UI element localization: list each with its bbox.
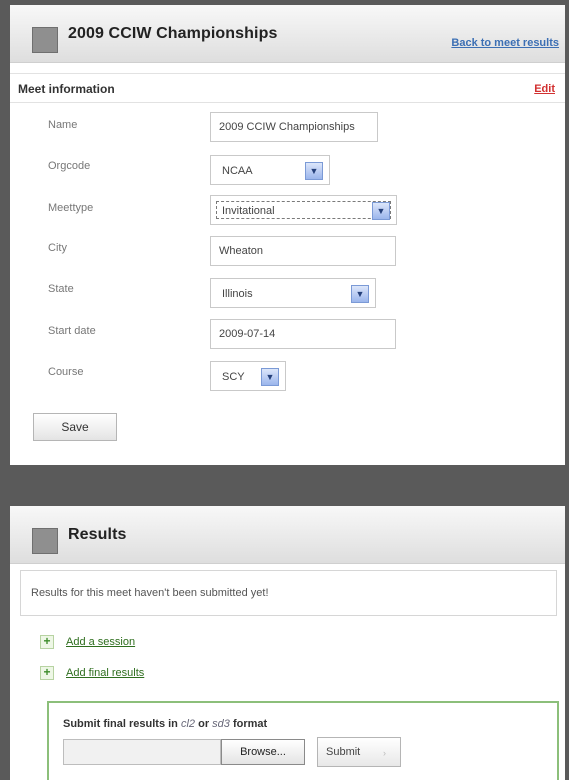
meettype-select-inner: Invitational ▼ (216, 201, 391, 220)
meettype-select[interactable]: Invitational ▼ (210, 195, 397, 225)
add-final-results-link[interactable]: Add final results (66, 667, 144, 679)
orgcode-select[interactable]: NCAA ▼ (210, 155, 330, 185)
city-input[interactable]: Wheaton (210, 236, 396, 266)
chevron-down-icon[interactable]: ▼ (261, 368, 279, 386)
submit-heading-prefix: Submit final results in (63, 718, 178, 730)
state-select-inner: Illinois ▼ (216, 284, 370, 303)
edit-link[interactable]: Edit (534, 83, 555, 95)
notice-text: Results for this meet haven't been submi… (31, 587, 269, 599)
back-to-results-link[interactable]: Back to meet results (451, 37, 559, 49)
meettype-label: Meettype (48, 202, 94, 214)
state-label: State (48, 283, 74, 295)
submit-heading-suffix: format (232, 718, 268, 730)
orgcode-select-inner: NCAA ▼ (216, 161, 324, 180)
square-icon (32, 528, 58, 554)
format-cl2: cl2 (180, 718, 196, 730)
course-select-inner: SCY ▼ (216, 367, 280, 386)
page-title: 2009 CCIW Championships (68, 25, 278, 42)
results-panel: Results Results for this meet haven't be… (10, 506, 565, 780)
state-select[interactable]: Illinois ▼ (210, 278, 376, 308)
chevron-down-icon: › (383, 748, 386, 758)
course-select[interactable]: SCY ▼ (210, 361, 286, 391)
submit-heading-or: or (198, 718, 210, 730)
format-sd3: sd3 (212, 718, 230, 730)
square-icon (32, 27, 58, 53)
save-button[interactable]: Save (33, 413, 117, 441)
submit-results-box: Submit final results in cl2 or sd3 forma… (47, 701, 559, 780)
plus-icon[interactable]: + (40, 635, 54, 649)
browse-button[interactable]: Browse... (221, 739, 305, 765)
results-notice: Results for this meet haven't been submi… (20, 570, 557, 616)
chevron-down-icon[interactable]: ▼ (351, 285, 369, 303)
results-header: Results (10, 506, 565, 564)
submit-label: Submit (326, 746, 361, 758)
name-label: Name (48, 119, 78, 131)
course-value: SCY (222, 371, 245, 383)
start-date-input[interactable]: 2009-07-14 (210, 319, 396, 349)
orgcode-label: Orgcode (48, 160, 91, 172)
course-label: Course (48, 366, 84, 378)
plus-icon[interactable]: + (40, 666, 54, 680)
chevron-down-icon[interactable]: ▼ (305, 162, 323, 180)
add-session-link[interactable]: Add a session (66, 636, 135, 648)
submit-heading: Submit final results in cl2 or sd3 forma… (63, 718, 267, 730)
chevron-down-icon[interactable]: ▼ (372, 202, 390, 220)
results-title: Results (68, 526, 127, 543)
name-input[interactable]: 2009 CCIW Championships (210, 112, 378, 142)
meettype-value: Invitational (222, 205, 275, 217)
start-date-label: Start date (48, 325, 96, 337)
city-label: City (48, 242, 67, 254)
meet-header: 2009 CCIW Championships Back to meet res… (10, 5, 565, 63)
section-title: Meet information (18, 82, 115, 96)
state-value: Illinois (222, 288, 253, 300)
meet-info-bar: Meet information Edit (10, 73, 565, 103)
meet-panel: 2009 CCIW Championships Back to meet res… (10, 5, 565, 465)
submit-button[interactable]: Submit › (317, 737, 401, 767)
file-path-input[interactable] (63, 739, 221, 765)
orgcode-value: NCAA (222, 165, 253, 177)
